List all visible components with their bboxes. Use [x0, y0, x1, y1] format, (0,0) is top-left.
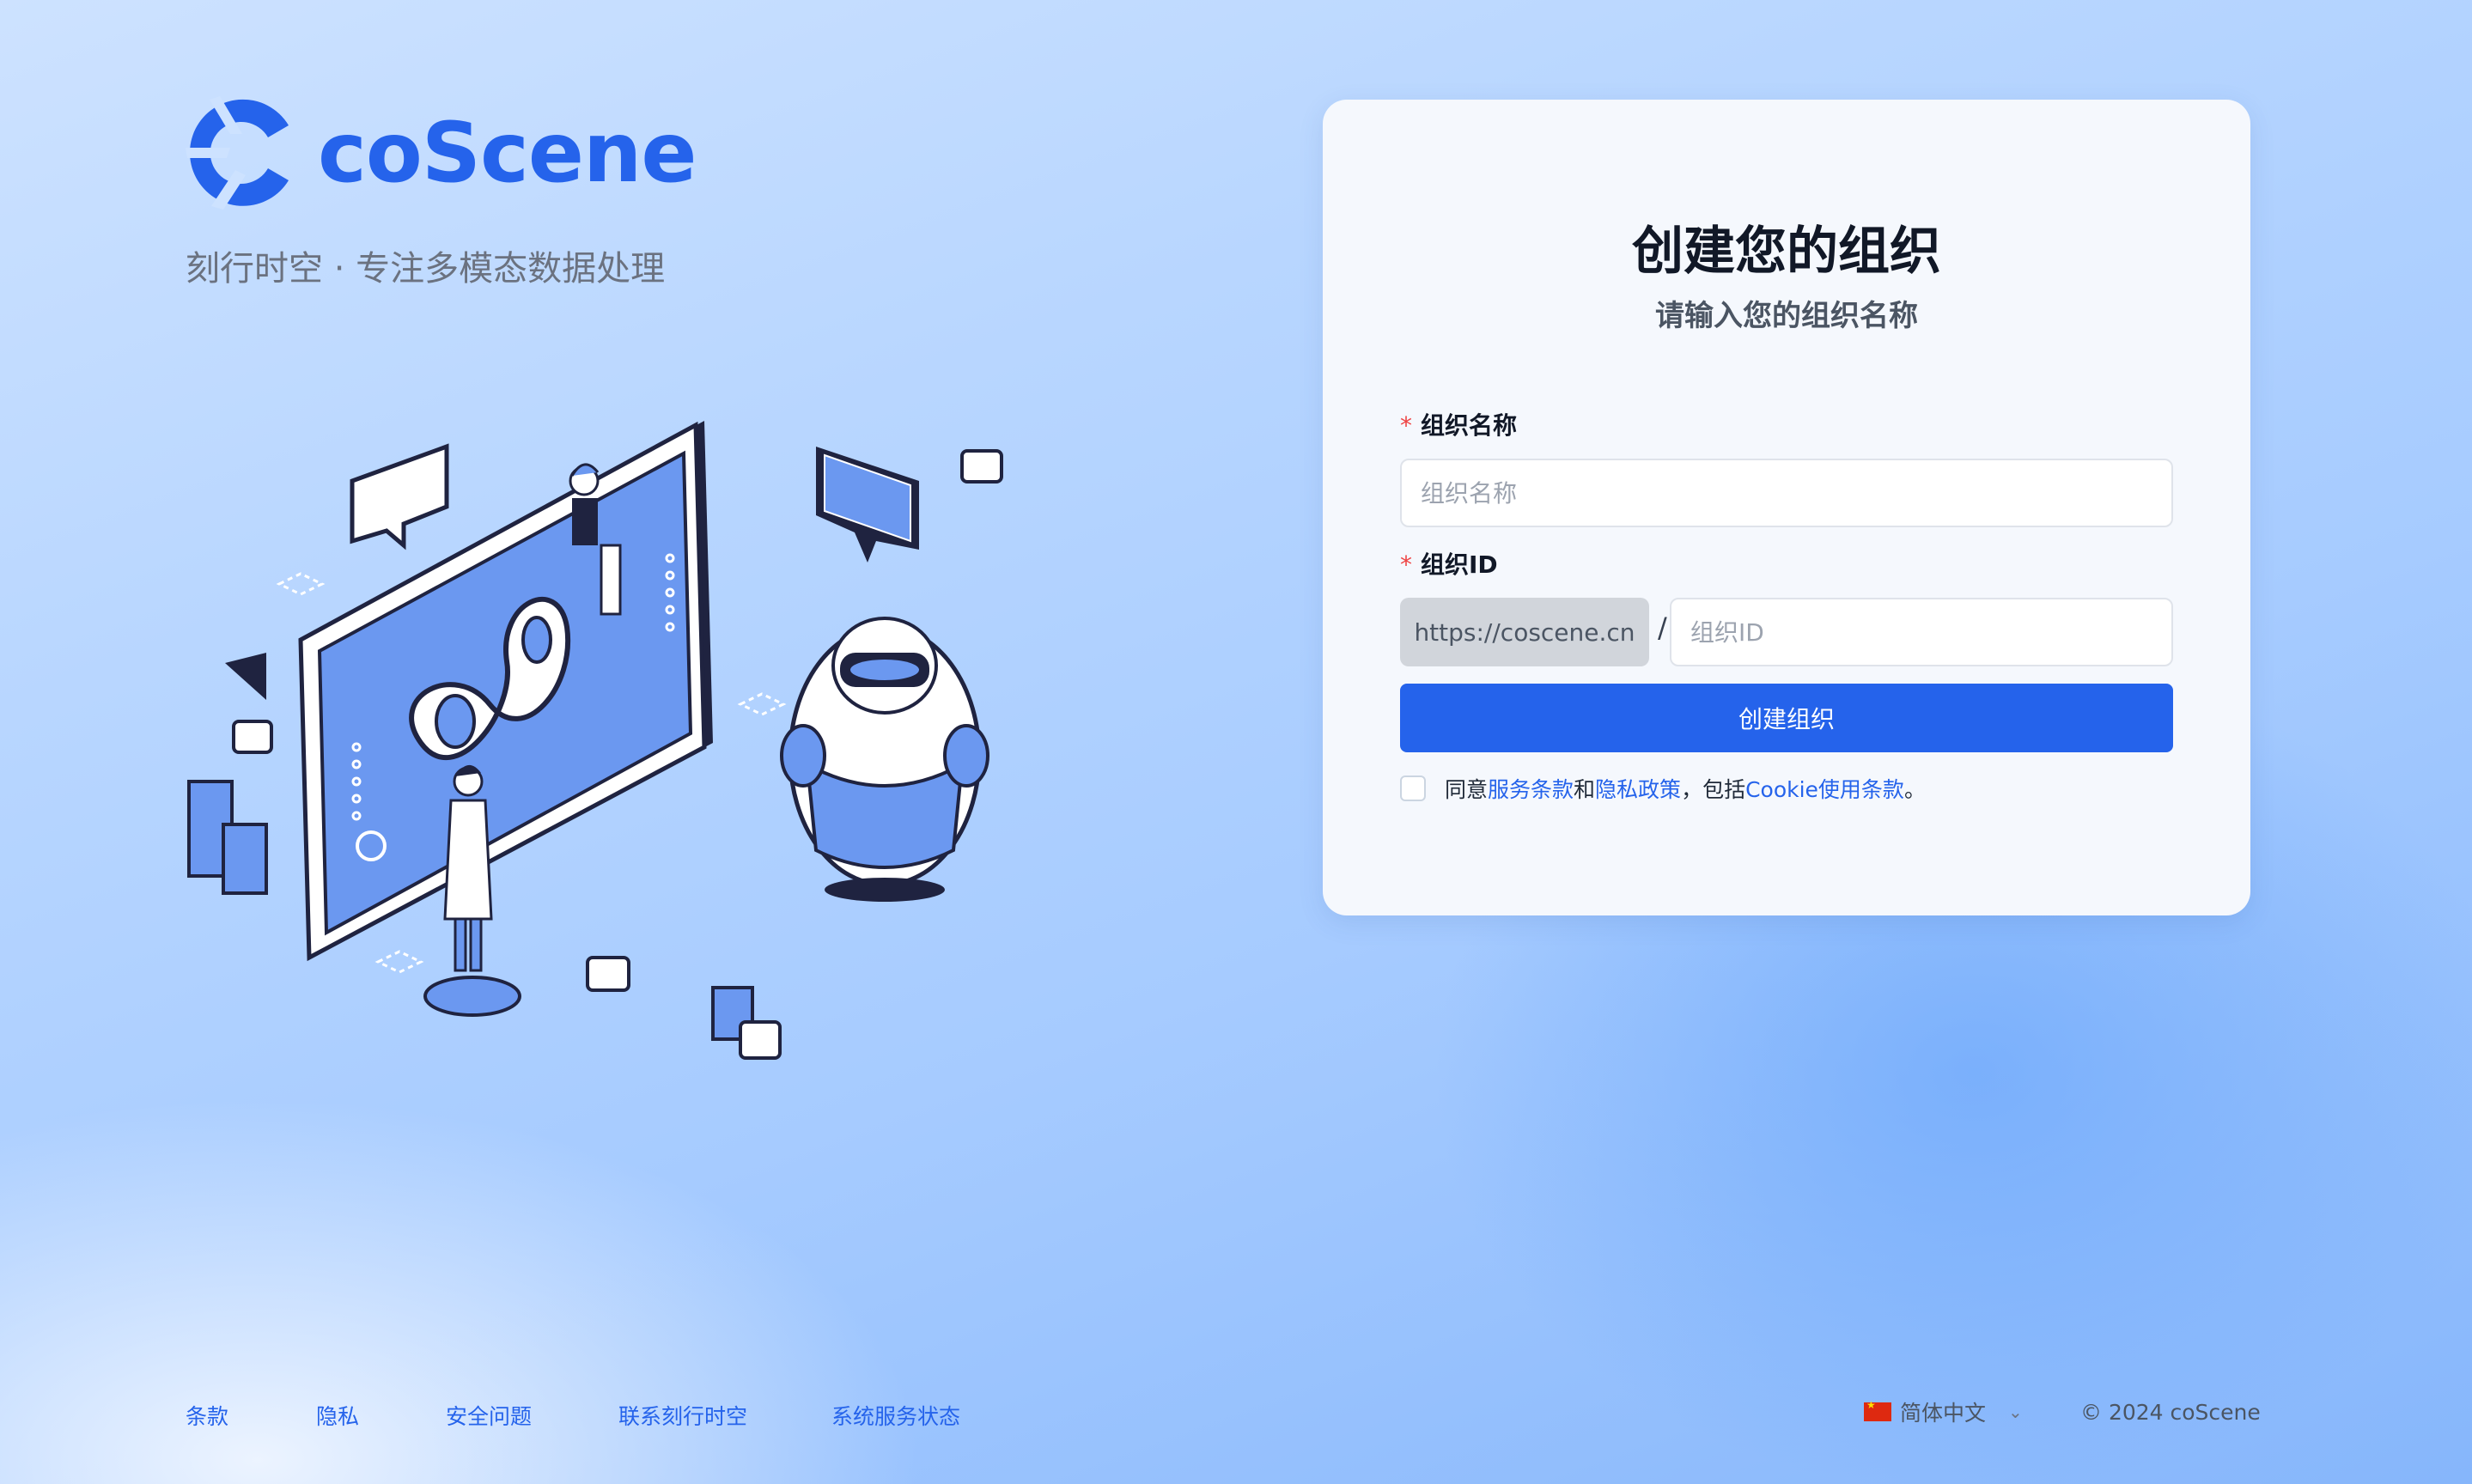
card-subtitle: 请输入您的组织名称	[1655, 299, 1918, 333]
org-id-input[interactable]	[1670, 598, 2173, 666]
language-label: 简体中文	[1900, 1401, 1987, 1426]
org-url-prefix: https://coscene.cn	[1400, 598, 1649, 666]
hero-illustration	[187, 421, 1003, 1060]
org-name-input[interactable]	[1400, 459, 2173, 527]
footer-terms-link[interactable]: 条款	[186, 1400, 228, 1431]
footer-status-link[interactable]: 系统服务状态	[831, 1400, 960, 1431]
create-org-card: 创建您的组织 请输入您的组织名称 * 组织名称 * 组织ID https://cos…	[1323, 100, 2250, 915]
agreement-include: ，包括	[1681, 777, 1746, 802]
chevron-down-icon: ⌄	[2008, 1402, 2023, 1422]
terms-link[interactable]: 服务条款	[1488, 773, 1574, 804]
org-name-label: * 组织名称	[1400, 407, 1517, 441]
copyright: © 2024 coScene	[2080, 1400, 2261, 1425]
china-flag-icon	[1864, 1399, 1891, 1421]
agreement-checkbox[interactable]	[1400, 775, 1426, 801]
create-org-button[interactable]: 创建组织	[1400, 684, 2173, 752]
brand: coScene	[186, 96, 697, 210]
cookie-link[interactable]: Cookie使用条款	[1745, 773, 1904, 804]
card-title: 创建您的组织	[1632, 222, 1941, 282]
required-mark: *	[1400, 550, 1412, 579]
required-mark: *	[1400, 411, 1412, 440]
privacy-link[interactable]: 隐私政策	[1595, 773, 1681, 804]
footer-security-link[interactable]: 安全问题	[446, 1400, 532, 1431]
footer-privacy-link[interactable]: 隐私	[316, 1400, 359, 1431]
agreement-prefix: 同意	[1445, 777, 1489, 802]
slogan: 刻行时空 · 专注多模态数据处理	[186, 249, 666, 289]
agreement-suffix: 。	[1903, 777, 1926, 802]
org-id-label: * 组织ID	[1400, 546, 1498, 581]
url-separator: /	[1658, 611, 1667, 644]
brand-name: coScene	[318, 105, 697, 201]
footer-contact-link[interactable]: 联系刻行时空	[618, 1400, 747, 1431]
org-name-label-text: 组织名称	[1421, 411, 1518, 440]
language-selector[interactable]: 简体中文 ⌄	[1864, 1396, 2023, 1427]
agreement-and: 和	[1574, 777, 1596, 802]
org-id-label-text: 组织ID	[1421, 550, 1498, 579]
coscene-logo-icon	[186, 96, 289, 210]
agreement-row: 同意 服务条款和隐私政策 ，包括 Cookie使用条款。	[1400, 773, 1926, 804]
